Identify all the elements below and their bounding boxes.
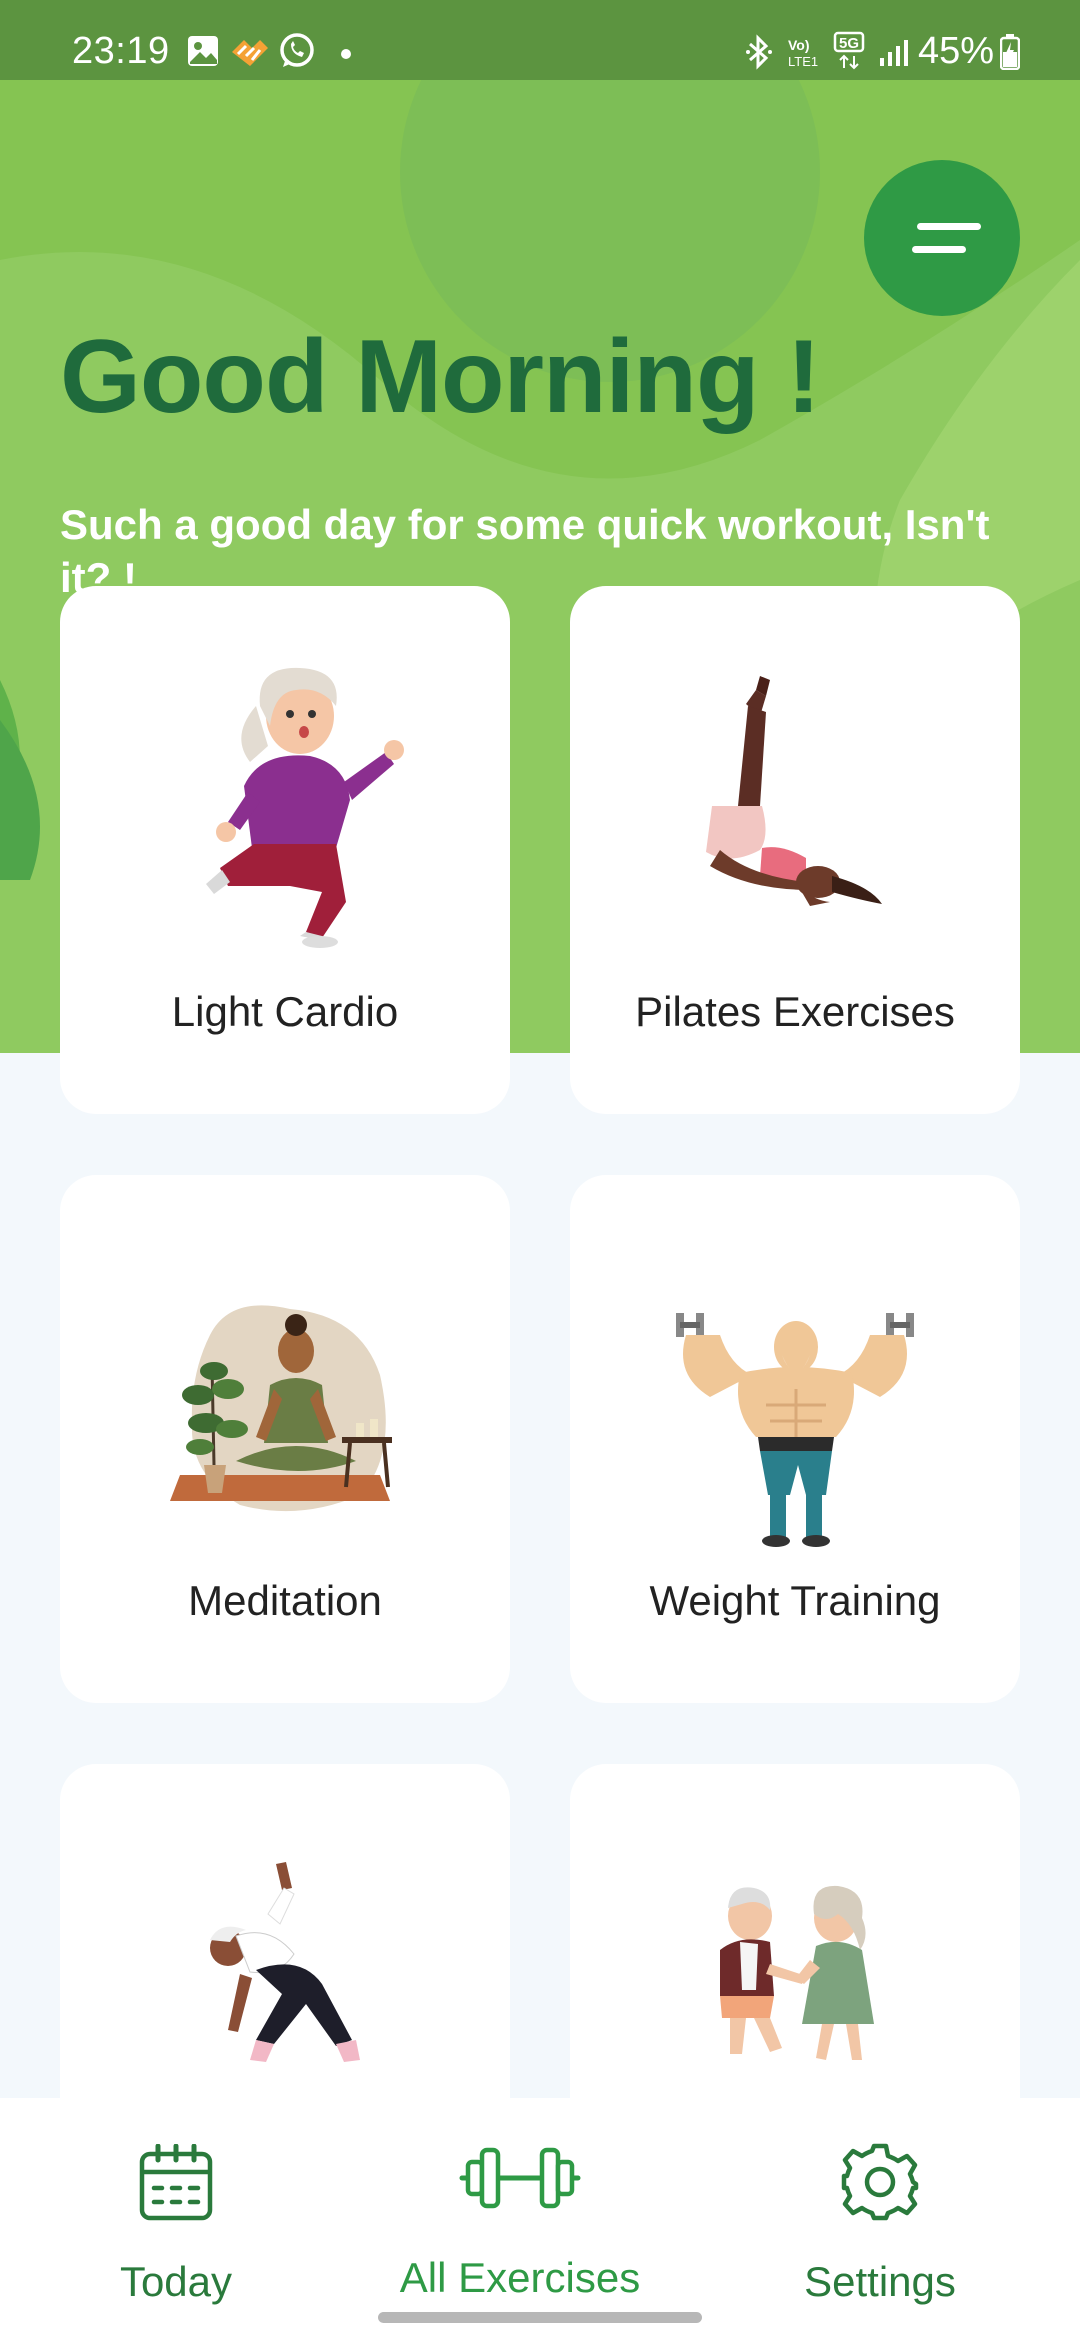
greeting-subtitle: Such a good day for some quick workout, …: [60, 501, 990, 601]
nav-item-settings[interactable]: Settings: [780, 2098, 980, 2340]
exercise-card-weight-training[interactable]: Weight Training: [570, 1175, 1020, 1703]
svg-text:LTE1: LTE1: [788, 54, 818, 69]
nav-label-all-exercises: All Exercises: [399, 2254, 641, 2301]
greeting-title: Good Morning !: [60, 319, 821, 435]
menu-button[interactable]: [864, 160, 1020, 316]
status-time: 23:19: [72, 30, 170, 72]
nav-label-settings: Settings: [804, 2258, 956, 2305]
dumbbell-icon: [459, 2147, 581, 2209]
health-app-icon: [232, 40, 268, 66]
exercise-card-label: Weight Training: [649, 1577, 941, 1624]
svg-text:Vo): Vo): [788, 37, 810, 53]
calendar-icon: [139, 2144, 213, 2221]
nav-item-today[interactable]: Today: [60, 2098, 292, 2340]
nav-item-all-exercises[interactable]: All Exercises: [380, 2098, 660, 2340]
svg-text:5G: 5G: [839, 35, 859, 52]
exercise-card-label: Meditation: [188, 1577, 382, 1624]
gear-icon: [841, 2143, 919, 2221]
signal-icon: [880, 40, 908, 66]
battery-icon: [1000, 34, 1020, 70]
notification-dot-icon: [341, 49, 351, 59]
exercise-card-pilates[interactable]: Pilates Exercises: [570, 586, 1020, 1114]
exercise-card-label: Light Cardio: [171, 988, 399, 1035]
5g-icon: 5G: [833, 31, 865, 70]
battery-percent: 45%: [918, 30, 995, 72]
exercise-card-meditation[interactable]: Meditation: [60, 1175, 510, 1703]
exercise-card-label: Pilates Exercises: [635, 988, 955, 1035]
whatsapp-icon: [280, 33, 314, 67]
menu-icon-line: [912, 246, 966, 253]
status-bar: 23:19 Vo) LTE1 5G 45%: [0, 0, 1080, 80]
bottom-navigation: Today All Exercises Settings: [0, 2098, 1080, 2340]
volte-icon: Vo) LTE1: [788, 37, 818, 69]
exercise-card-light-cardio[interactable]: Light Cardio: [60, 586, 510, 1114]
nav-label-today: Today: [119, 2258, 233, 2305]
home-indicator[interactable]: [378, 2312, 702, 2323]
gallery-icon: [188, 36, 218, 66]
menu-icon: [917, 223, 981, 230]
bluetooth-icon: [746, 34, 772, 70]
